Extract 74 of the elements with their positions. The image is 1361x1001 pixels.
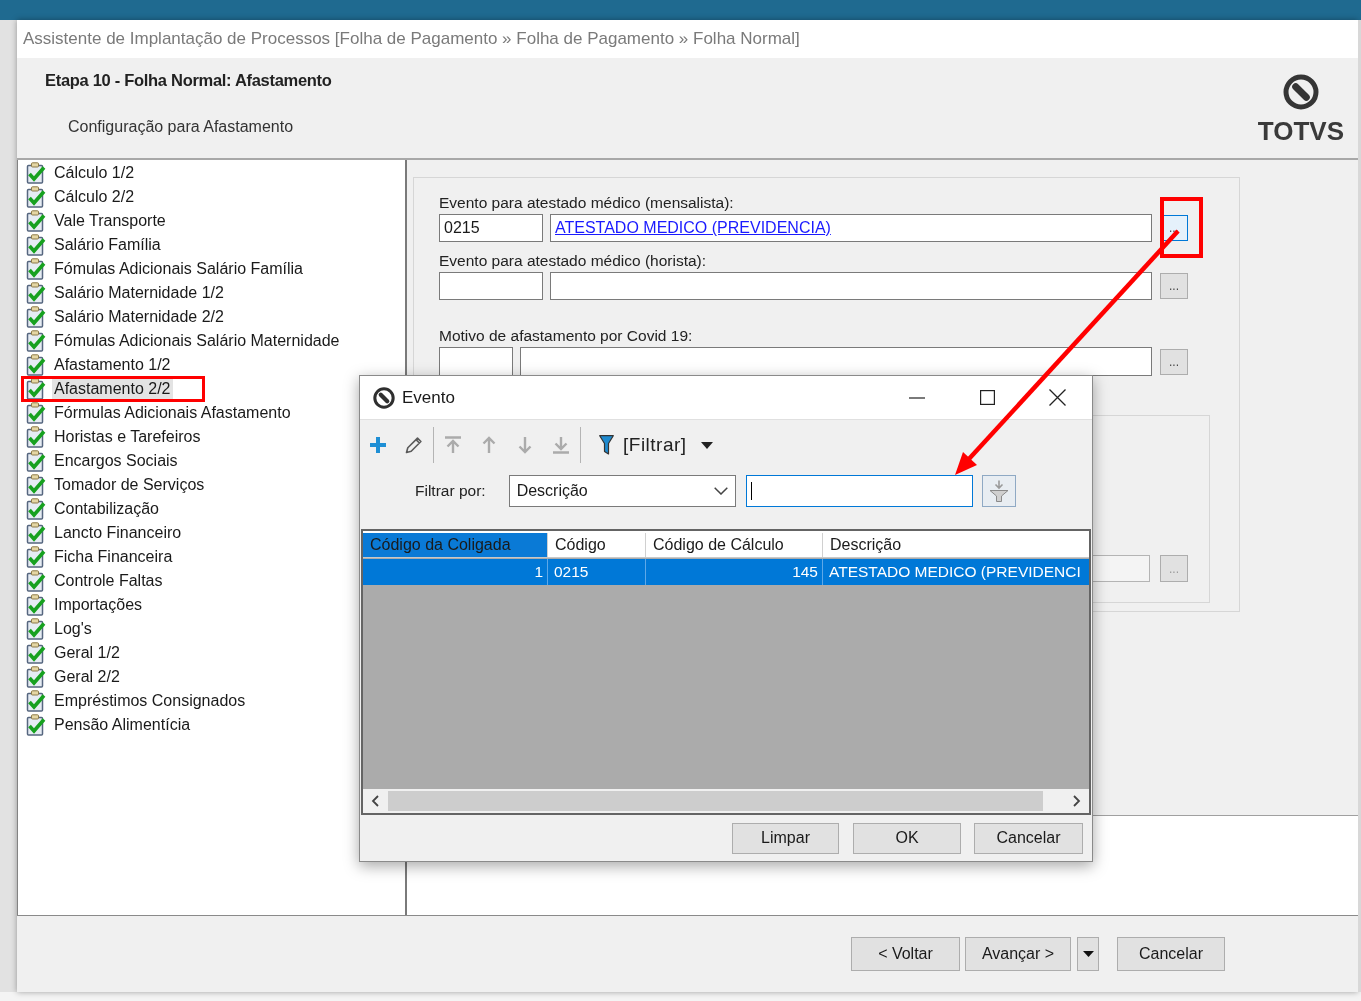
horizontal-scrollbar[interactable] bbox=[363, 789, 1089, 813]
filter-label: Filtrar por: bbox=[415, 482, 486, 500]
logo-text: TOTVS bbox=[1257, 117, 1344, 145]
step-subtitle: Configuração para Afastamento bbox=[68, 117, 294, 137]
description-field[interactable] bbox=[520, 347, 1152, 376]
description-field[interactable]: ATESTADO MEDICO (PREVIDENCIA) bbox=[550, 214, 1152, 242]
logo-icon bbox=[1282, 74, 1319, 110]
step-item[interactable]: Controle Faltas bbox=[52, 570, 165, 592]
step-title: Etapa 10 - Folha Normal: Afastamento bbox=[45, 70, 332, 91]
funnel-arrow-icon bbox=[988, 480, 1009, 502]
event-link[interactable]: ATESTADO MEDICO (PREVIDENCIA) bbox=[555, 219, 831, 237]
table-row[interactable]: 1 0215 145 ATESTADO MEDICO (PREVIDENCI bbox=[363, 559, 1089, 585]
code-field[interactable] bbox=[439, 347, 513, 376]
step-item[interactable]: Contabilização bbox=[52, 498, 161, 520]
step-item[interactable]: Afastamento 2/2 bbox=[52, 378, 173, 400]
wizard-button[interactable]: Avançar > bbox=[965, 937, 1071, 971]
step-item[interactable]: Geral 1/2 bbox=[52, 642, 122, 664]
filter-input[interactable] bbox=[745, 475, 973, 507]
step-item[interactable]: Fómulas Adicionais Salário Família bbox=[52, 258, 305, 280]
step-item[interactable]: Empréstimos Consignados bbox=[52, 690, 248, 712]
pencil-icon[interactable] bbox=[405, 436, 423, 454]
wizard-button[interactable]: Cancelar bbox=[1117, 937, 1225, 971]
step-item[interactable]: Pensão Alimentícia bbox=[52, 714, 193, 736]
step-item[interactable]: Importações bbox=[52, 594, 145, 616]
dialog-button[interactable]: OK bbox=[853, 822, 961, 854]
column-header[interactable]: Código da Coligada bbox=[363, 533, 548, 557]
table-cell-text: ATESTADO MEDICO (PREVIDENCI bbox=[828, 562, 1082, 582]
code-field[interactable] bbox=[439, 272, 543, 300]
field-label: Motivo de afastamento por Covid 19: bbox=[439, 327, 694, 345]
dropdown-button[interactable] bbox=[1077, 937, 1099, 971]
step-item[interactable]: Horistas e Tarefeiros bbox=[52, 426, 203, 448]
wizard-button[interactable]: < Voltar bbox=[851, 937, 960, 971]
plus-icon[interactable] bbox=[369, 436, 387, 454]
browse-button[interactable]: ... bbox=[1160, 348, 1188, 375]
text-cursor bbox=[750, 482, 752, 500]
minimize-icon[interactable] bbox=[909, 396, 925, 399]
window-title: Assistente de Implantação de Processos [Folha de Pagamento » Folha de Pagamento » Folha Normal] bbox=[17, 20, 1358, 58]
field-label: Evento para atestado médico (horista): bbox=[439, 252, 708, 270]
scrollbar-thumb[interactable] bbox=[388, 791, 1043, 811]
step-item[interactable]: Tomador de Serviços bbox=[52, 474, 207, 496]
dialog-button[interactable]: Cancelar bbox=[974, 822, 1083, 854]
caret-down-icon bbox=[1082, 951, 1094, 957]
maximize-icon[interactable] bbox=[979, 390, 995, 405]
text-field[interactable] bbox=[1092, 555, 1150, 582]
filter-button[interactable]: [Filtrar] bbox=[582, 427, 721, 463]
close-icon[interactable] bbox=[1048, 389, 1066, 406]
step-item[interactable]: Fórmulas Adicionais Afastamento bbox=[52, 402, 293, 424]
browse-button[interactable]: ... bbox=[1160, 273, 1188, 299]
step-item[interactable]: Salário Maternidade 2/2 bbox=[52, 306, 226, 328]
field-label: Evento para atestado médico (mensalista): bbox=[439, 194, 735, 212]
step-item[interactable]: Geral 2/2 bbox=[52, 666, 122, 688]
step-item[interactable]: Salário Família bbox=[52, 234, 163, 256]
chevron-down-icon bbox=[713, 487, 728, 495]
step-item[interactable]: Afastamento 1/2 bbox=[52, 354, 173, 376]
step-item[interactable]: Ficha Financeira bbox=[52, 546, 175, 568]
step-item[interactable]: Lancto Financeiro bbox=[52, 522, 184, 544]
filter-select[interactable]: Descrição bbox=[508, 475, 736, 507]
step-item[interactable]: Salário Maternidade 1/2 bbox=[52, 282, 226, 304]
apply-filter-button[interactable] bbox=[981, 475, 1016, 507]
caret-down-icon bbox=[700, 441, 713, 449]
step-item[interactable]: Cálculo 1/2 bbox=[52, 162, 137, 184]
table-cell: 145 bbox=[646, 559, 823, 585]
table-cell: 0215 bbox=[548, 559, 646, 585]
step-item[interactable]: Fómulas Adicionais Salário Maternidade bbox=[52, 330, 342, 352]
dialog-button[interactable]: Limpar bbox=[732, 822, 839, 854]
step-item[interactable]: Log's bbox=[52, 618, 94, 640]
table-cell: 1 bbox=[363, 559, 548, 585]
step-item[interactable]: Encargos Sociais bbox=[52, 450, 180, 472]
description-field[interactable] bbox=[550, 272, 1152, 300]
step-item[interactable]: Cálculo 2/2 bbox=[52, 186, 137, 208]
dialog-title: Evento bbox=[402, 387, 455, 408]
code-field[interactable]: 0215 bbox=[439, 214, 543, 242]
step-item[interactable]: Vale Transporte bbox=[52, 210, 168, 232]
logo-icon bbox=[373, 386, 395, 409]
